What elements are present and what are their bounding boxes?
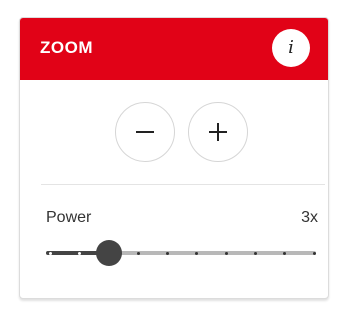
- info-icon: i: [288, 37, 294, 58]
- slider-tick: [253, 251, 257, 255]
- minus-icon: [136, 131, 154, 133]
- power-value: 3x: [301, 209, 318, 226]
- zoom-panel: ZOOM i Power 3x: [19, 17, 329, 299]
- slider-tick: [283, 251, 287, 255]
- slider-tick: [165, 251, 169, 255]
- slider-tick: [312, 251, 316, 255]
- slider-tick: [195, 251, 199, 255]
- zoom-out-button[interactable]: [115, 102, 175, 162]
- slider-tick: [77, 251, 81, 255]
- divider: [41, 184, 325, 185]
- zoom-in-button[interactable]: [188, 102, 248, 162]
- slider-tick: [136, 251, 140, 255]
- slider-tick: [224, 251, 228, 255]
- power-slider[interactable]: [46, 238, 316, 268]
- info-button[interactable]: i: [272, 29, 310, 67]
- plus-icon: [209, 123, 227, 141]
- slider-thumb[interactable]: [95, 240, 122, 266]
- power-label: Power: [46, 209, 92, 226]
- panel-title: ZOOM: [40, 38, 93, 57]
- panel-header: ZOOM i: [20, 18, 328, 80]
- slider-tick: [48, 251, 52, 255]
